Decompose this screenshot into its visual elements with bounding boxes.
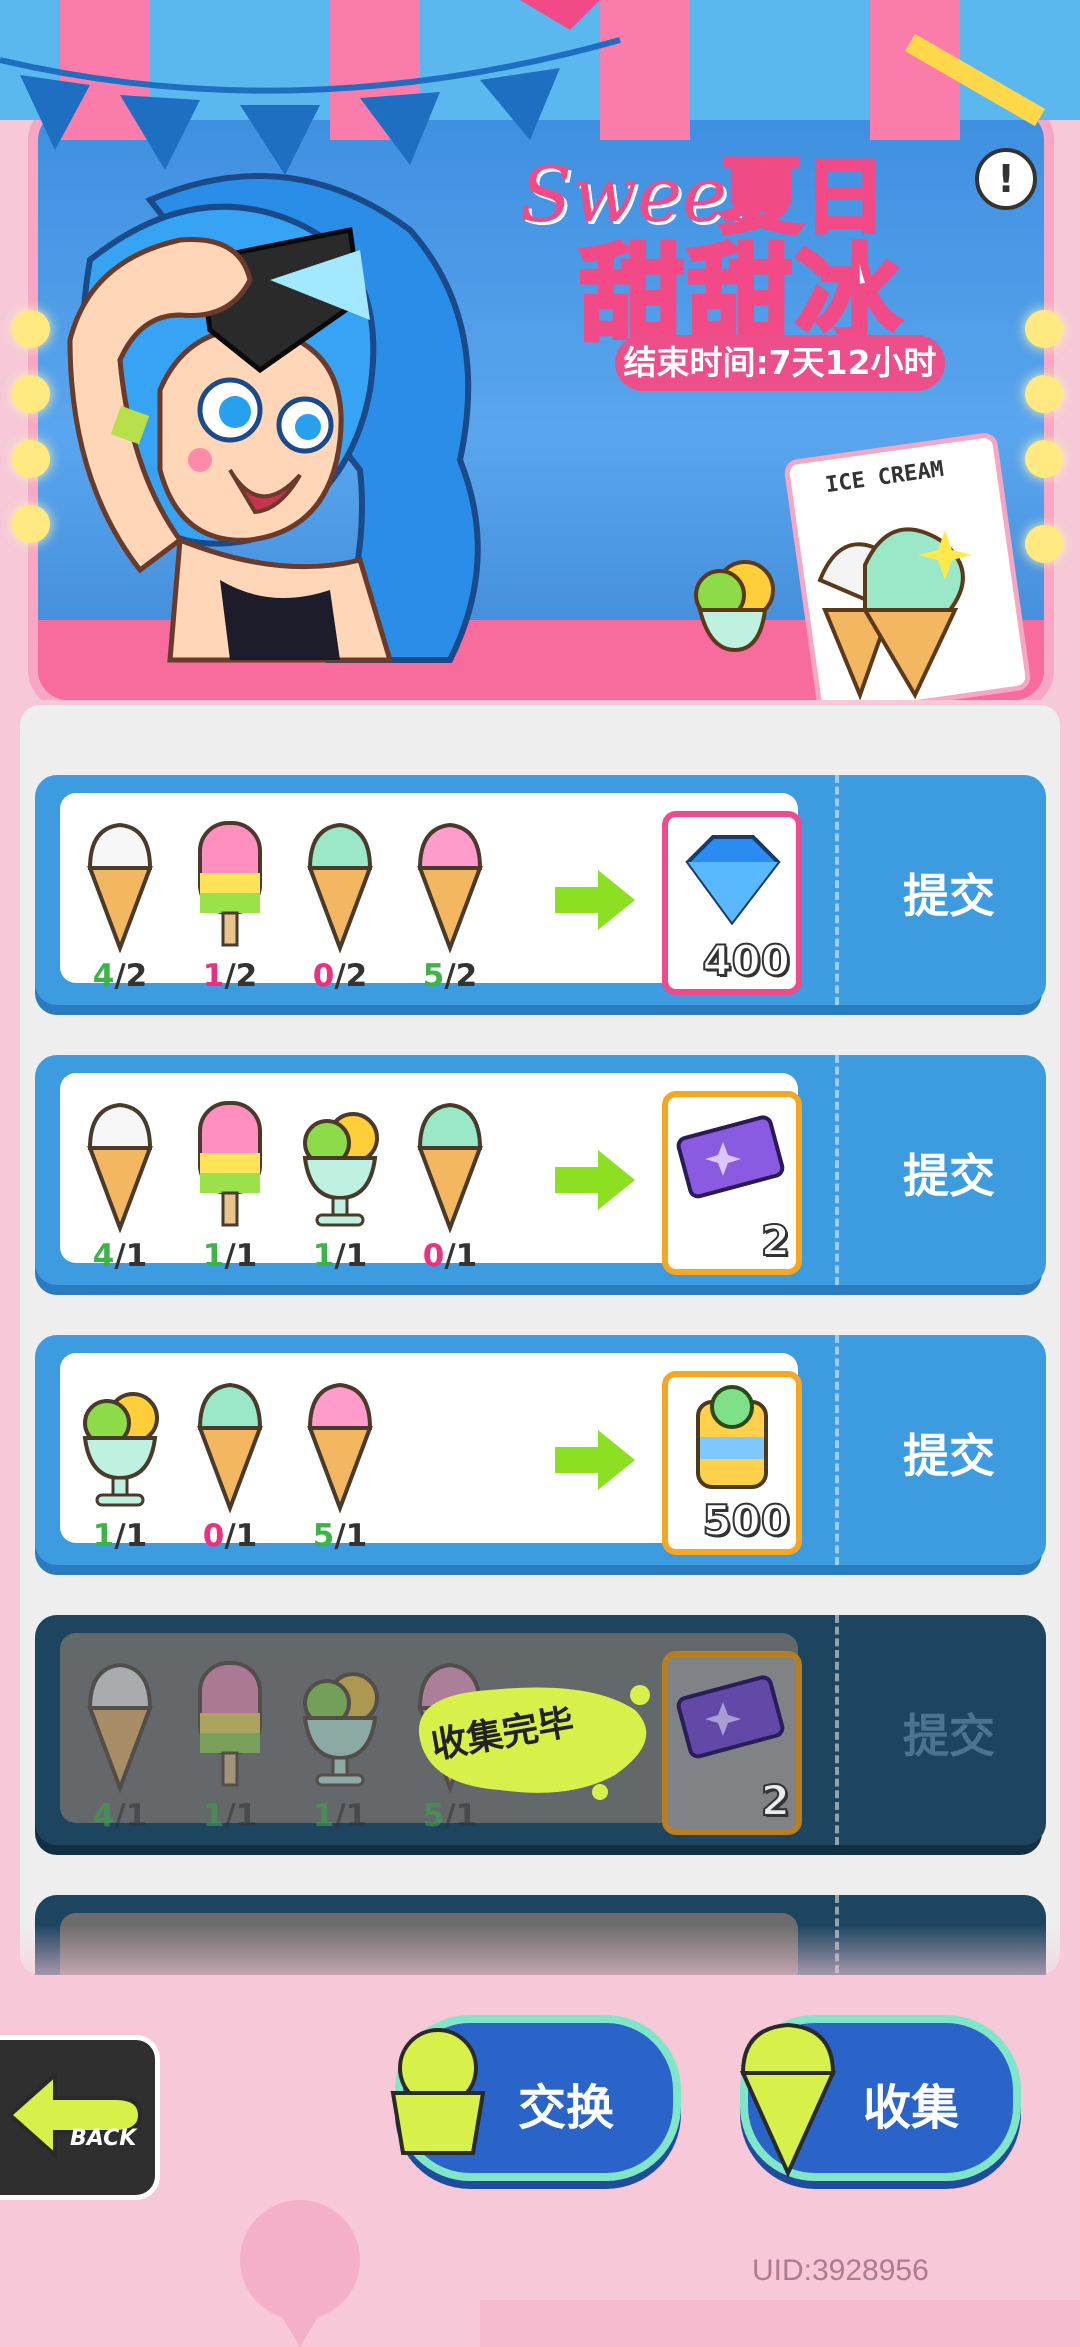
ingredient-count: 4/2 [92, 958, 148, 994]
submit-area: 提交 [835, 1055, 1046, 1285]
ingredient-item: 0/1 [400, 1093, 500, 1274]
ingredient-count: 1/1 [312, 1798, 368, 1834]
reward-quantity: 400 [701, 935, 791, 986]
vanilla-cone-icon [87, 1662, 153, 1793]
ingredient-item: 5/2 [400, 813, 500, 994]
ingredient-item: 1/1 [290, 1653, 390, 1834]
reward-slot: 500 [662, 1371, 802, 1555]
ingredient-item: 1/1 [70, 1373, 170, 1554]
strawberry-cone-icon [307, 1382, 373, 1513]
reward-quantity: 2 [760, 1215, 791, 1266]
coin-jar-icon [696, 1385, 768, 1489]
submit-button[interactable]: 提交 [879, 1140, 1019, 1206]
ingredient-count: 5/1 [312, 1518, 368, 1554]
ingredient-count: 0/1 [422, 1238, 478, 1274]
card-body: 4/2 1/2 0/2 5/2 400 [35, 775, 835, 1005]
diamond-icon [685, 835, 781, 926]
card-body: 1/1 0/1 5/1 500 [35, 1335, 835, 1565]
submit-button[interactable]: 提交 [879, 1420, 1019, 1486]
strawberry-cone-icon [417, 822, 483, 953]
ingredient-count: 1/1 [92, 1518, 148, 1554]
ticket-icon [676, 1115, 785, 1199]
arrow-right-icon [555, 1150, 635, 1210]
back-arrow-icon [6, 2070, 143, 2160]
sundae-icon [302, 1672, 379, 1787]
exchange-label: 交换 [518, 2080, 615, 2136]
ingredient-count: 1/1 [202, 1798, 258, 1834]
ingredient-item: 1/1 [180, 1093, 280, 1274]
vanilla-cone-icon [87, 822, 153, 953]
ingredient-count: 0/1 [202, 1518, 258, 1554]
reward-quantity: 2 [760, 1775, 791, 1826]
submit-area: 提交 [835, 1615, 1046, 1845]
exchange-button[interactable]: 交换 [390, 2015, 681, 2181]
ice-cream-decoration-icon [694, 527, 972, 700]
back-label: BACK [70, 2126, 137, 2151]
reward-slot: 400 [662, 811, 802, 995]
event-end-time: 结束时间:7天12小时 [615, 335, 945, 391]
submit-area: 提交 [835, 1335, 1046, 1565]
ingredient-count: 1/2 [202, 958, 258, 994]
user-id: UID:3928956 [752, 2254, 929, 2287]
mint-cone-icon [417, 1102, 483, 1233]
submit-button-disabled: 提交 [903, 1709, 995, 1763]
reward-slot: 2 [662, 1091, 802, 1275]
mint-cone-icon [197, 1382, 263, 1513]
marquee-light [1025, 310, 1063, 348]
ingredient-count: 5/2 [422, 958, 478, 994]
ingredient-item: 4/1 [70, 1653, 170, 1834]
collect-button[interactable]: 收集 [739, 2015, 1021, 2181]
ingredient-item: 4/2 [70, 813, 170, 994]
ingredient-count: 1/1 [202, 1238, 258, 1274]
popsicle-icon [198, 821, 262, 947]
sundae-icon [82, 1392, 159, 1507]
ingredient-panel: 4/1 1/1 1/1 0/1 2 [60, 1073, 802, 1275]
reward-quantity: 500 [701, 1495, 791, 1546]
ingredient-count: 5/1 [422, 1798, 478, 1834]
ingredient-item: 1/2 [180, 813, 280, 994]
ticket-icon [676, 1675, 785, 1759]
marquee-light [1025, 440, 1063, 478]
vanilla-cone-icon [87, 1102, 153, 1233]
ingredient-item: 1/1 [180, 1653, 280, 1834]
ingredient-panel: 4/2 1/2 0/2 5/2 400 [60, 793, 802, 995]
ingredient-item: 4/1 [70, 1093, 170, 1274]
sundae-icon [302, 1112, 379, 1227]
ingredient-count: 4/1 [92, 1798, 148, 1834]
ingredient-item: 0/1 [180, 1373, 280, 1554]
popsicle-icon [198, 1661, 262, 1787]
ingredient-count: 0/2 [312, 958, 368, 994]
collect-icon [739, 2022, 837, 2178]
reward-slot: 2 [662, 1651, 802, 1835]
mint-cone-icon [307, 822, 373, 953]
card-body: 4/1 1/1 1/1 0/1 2 [35, 1055, 835, 1285]
recipe-card: 1/1 0/1 5/1 500 提交 [35, 1335, 1046, 1575]
arrow-right-icon [555, 870, 635, 930]
exchange-icon [390, 2028, 486, 2155]
ingredient-count: 1/1 [312, 1238, 368, 1274]
recipe-card: 4/2 1/2 0/2 5/2 400 提交 [35, 775, 1046, 1015]
marquee-light [1025, 375, 1063, 413]
ingredient-item: 0/2 [290, 813, 390, 994]
ingredient-item: 1/1 [290, 1093, 390, 1274]
list-fade [0, 1925, 1080, 2005]
event-banner: Sweet 夏日 甜甜冰 结束时间:7天12小时 ! ICE CREAM [0, 0, 1080, 700]
ingredient-panel: 1/1 0/1 5/1 500 [60, 1353, 802, 1555]
ingredient-item: 5/1 [290, 1373, 390, 1554]
info-button[interactable]: ! [975, 148, 1037, 210]
arrow-right-icon [555, 1430, 635, 1490]
back-button[interactable] [0, 2035, 160, 2200]
ingredient-count: 4/1 [92, 1238, 148, 1274]
collect-label: 收集 [863, 2080, 960, 2136]
recipe-card: 4/1 1/1 1/1 0/1 2 提交 [35, 1055, 1046, 1295]
submit-area: 提交 [835, 775, 1046, 1005]
marquee-light [1025, 525, 1063, 563]
submit-button[interactable]: 提交 [879, 860, 1019, 926]
popsicle-icon [198, 1101, 262, 1227]
hero-character-illustration [67, 173, 481, 663]
